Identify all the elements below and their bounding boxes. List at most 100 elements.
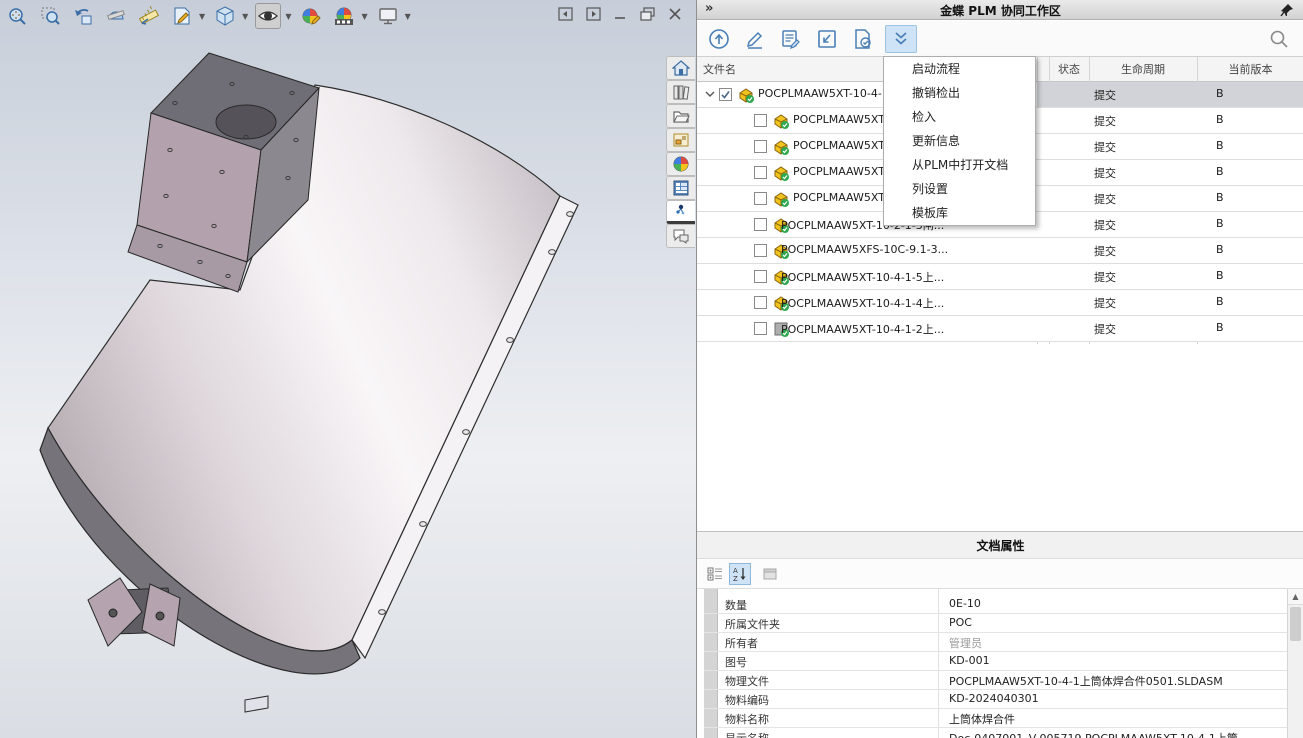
property-row[interactable]: 物料名称 上筒体焊合件: [704, 709, 1287, 728]
property-value: 0E-10: [949, 597, 1287, 610]
property-row[interactable]: 所有者 管理员: [704, 633, 1287, 652]
version-value: B: [1216, 165, 1296, 178]
lifecycle-value: 提交: [1094, 113, 1194, 129]
property-pages-button[interactable]: [759, 563, 781, 585]
view-settings-icon[interactable]: [375, 3, 401, 29]
previous-view-icon[interactable]: [70, 3, 96, 29]
taskpane-tab-design-library[interactable]: [666, 80, 695, 104]
minimize-icon[interactable]: [614, 7, 627, 21]
edit-properties-button[interactable]: [775, 25, 807, 53]
scrollbar-thumb[interactable]: [1290, 607, 1301, 641]
column-header-filename[interactable]: 文件名: [703, 57, 903, 82]
taskpane-tab-appearances-scenes[interactable]: [666, 152, 695, 176]
property-name: 数量: [725, 597, 747, 613]
close-icon[interactable]: [668, 7, 682, 21]
dropdown-caret[interactable]: ▼: [361, 12, 367, 21]
lifecycle-value: 提交: [1094, 139, 1194, 155]
zoom-to-fit-icon[interactable]: [4, 3, 30, 29]
row-checkbox[interactable]: [754, 114, 767, 127]
scroll-up-icon[interactable]: ▲: [1288, 589, 1303, 605]
column-header-lifecycle[interactable]: 生命周期: [1089, 57, 1197, 82]
file-name: POCPLMAAW5XT-10-4-1...: [758, 87, 899, 100]
property-row[interactable]: 物料编码 KD-2024040301: [704, 690, 1287, 709]
version-value: B: [1216, 139, 1296, 152]
version-value: B: [1216, 191, 1296, 204]
dropdown-caret[interactable]: ▼: [405, 12, 411, 21]
property-name: 所属文件夹: [725, 616, 780, 632]
version-value: B: [1216, 243, 1296, 256]
pin-icon[interactable]: [1280, 3, 1294, 17]
lifecycle-value: 提交: [1094, 191, 1194, 207]
cad-viewport[interactable]: ▼ ▼ ▼ ▼ ▼: [0, 0, 696, 738]
plm-toolbar: [697, 21, 1303, 57]
categorized-view-button[interactable]: [704, 563, 726, 585]
property-row[interactable]: 数量 0E-10: [704, 595, 1287, 614]
measure-icon[interactable]: [136, 3, 162, 29]
hide-show-items-icon[interactable]: [255, 3, 281, 29]
table-row[interactable]: POCPLMAAW5XFS-10C-9.1-3... 提交 B: [697, 238, 1303, 264]
table-row[interactable]: POCPLMAAW5XT-10-4-1-4上... 提交 B: [697, 290, 1303, 316]
headsup-toolbar: ▼ ▼ ▼ ▼ ▼: [4, 2, 411, 30]
check-out-button[interactable]: [703, 25, 735, 53]
row-checkbox-checked[interactable]: [719, 88, 732, 101]
section-view-icon[interactable]: [103, 3, 129, 29]
lifecycle-value: 提交: [1094, 269, 1194, 285]
edit-appearance-icon[interactable]: [298, 3, 324, 29]
row-checkbox[interactable]: [754, 192, 767, 205]
view-orientation-icon[interactable]: [212, 3, 238, 29]
apply-scene-icon[interactable]: [331, 3, 357, 29]
menu-item-open-from-plm[interactable]: 从PLM中打开文档: [884, 153, 1035, 177]
property-value: 管理员: [949, 635, 1287, 651]
search-button[interactable]: [1263, 25, 1295, 53]
row-checkbox[interactable]: [754, 140, 767, 153]
row-checkbox[interactable]: [754, 244, 767, 257]
row-checkbox[interactable]: [754, 296, 767, 309]
property-row[interactable]: 物理文件 POCPLMAAW5XT-10-4-1上筒体焊合件0501.SLDAS…: [704, 671, 1287, 690]
dock-right-pane-icon[interactable]: [586, 7, 601, 21]
sketch-settings-icon[interactable]: [169, 3, 195, 29]
taskpane-tab-view-palette[interactable]: [666, 128, 695, 152]
upper-cylinder-weldment-3d-model[interactable]: [0, 0, 696, 738]
property-grid-scrollbar[interactable]: ▲: [1287, 589, 1303, 738]
more-commands-button[interactable]: [885, 25, 917, 53]
version-value: B: [1216, 295, 1296, 308]
dropdown-caret[interactable]: ▼: [199, 12, 205, 21]
taskpane-tab-file-explorer[interactable]: [666, 104, 695, 128]
taskpane-tab-forum[interactable]: [666, 224, 695, 248]
row-checkbox[interactable]: [754, 322, 767, 335]
menu-item-update-info[interactable]: 更新信息: [884, 129, 1035, 153]
taskpane-tab-plm-workspace[interactable]: [666, 200, 695, 224]
menu-item-undo-checkout[interactable]: 撤销检出: [884, 81, 1035, 105]
property-row[interactable]: 显示名称 Doc-0407001_V-005719,POCPLMAAW5XT-1…: [704, 728, 1287, 738]
row-checkbox[interactable]: [754, 166, 767, 179]
table-row[interactable]: POCPLMAAW5XT-10-4-1-5上... 提交 B: [697, 264, 1303, 290]
menu-item-check-in[interactable]: 检入: [884, 105, 1035, 129]
edit-button[interactable]: [739, 25, 771, 53]
row-checkbox[interactable]: [754, 218, 767, 231]
dock-left-pane-icon[interactable]: [558, 7, 573, 21]
property-row[interactable]: 图号 KD-001: [704, 652, 1287, 671]
menu-item-column-settings[interactable]: 列设置: [884, 177, 1035, 201]
property-name: 物料名称: [725, 711, 769, 727]
dropdown-caret[interactable]: ▼: [285, 12, 291, 21]
sort-alphabetical-button[interactable]: AZ: [729, 563, 751, 585]
column-header-version[interactable]: 当前版本: [1197, 57, 1303, 82]
column-header-status[interactable]: 状态: [1049, 57, 1089, 82]
chevron-down-icon[interactable]: [705, 90, 715, 98]
menu-item-start-process[interactable]: 启动流程: [884, 57, 1035, 81]
document-properties-header: 文档属性: [697, 531, 1303, 559]
taskpane-tab-solidworks-resources[interactable]: [666, 56, 695, 80]
table-row[interactable]: POCPLMAAW5XT-10-4-1-2上... 提交 B: [697, 316, 1303, 342]
property-row[interactable]: 所属文件夹 POC: [704, 614, 1287, 633]
restore-icon[interactable]: [640, 7, 655, 21]
zoom-to-area-icon[interactable]: [37, 3, 63, 29]
version-value: B: [1216, 113, 1296, 126]
row-checkbox[interactable]: [754, 270, 767, 283]
check-in-button[interactable]: [811, 25, 843, 53]
dropdown-caret[interactable]: ▼: [242, 12, 248, 21]
taskpane-tab-custom-properties[interactable]: [666, 176, 695, 200]
document-approve-button[interactable]: [847, 25, 879, 53]
menu-item-template-library[interactable]: 模板库: [884, 201, 1035, 225]
properties-list-icon: [672, 180, 690, 196]
version-value: B: [1216, 87, 1296, 100]
